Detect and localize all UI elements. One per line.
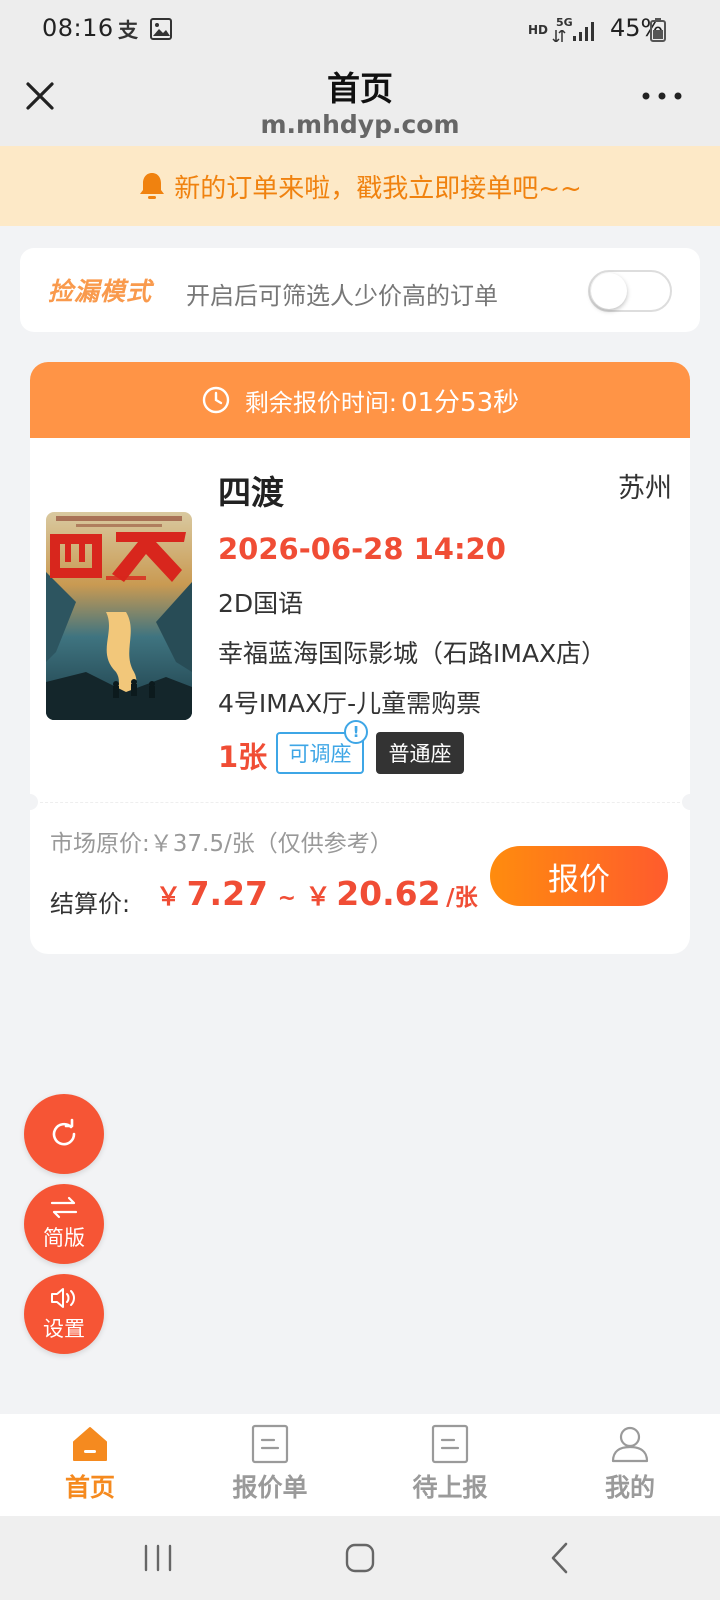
pick-mode-description: 开启后可筛选人少价高的订单 (186, 282, 498, 310)
range-separator: ~ (277, 886, 297, 911)
quote-button[interactable]: 报价 (490, 846, 668, 906)
movie-city: 苏州 (618, 473, 672, 504)
movie-poster[interactable] (46, 512, 192, 720)
refresh-icon (52, 1118, 76, 1146)
bottom-tab-bar: 首页 报价单 待上报 我的 (0, 1414, 720, 1516)
showtime: 2026-06-28 14:20 (218, 532, 506, 566)
pick-mode-toggle[interactable] (588, 270, 672, 312)
movie-poster-image (46, 512, 192, 720)
back-icon[interactable] (540, 1538, 580, 1578)
market-price: 市场原价:￥37.5/张（仅供参考） (50, 831, 393, 857)
tab-quotes[interactable]: 报价单 (190, 1424, 350, 1514)
movie-title: 四渡 (218, 473, 284, 512)
simple-mode-button[interactable]: 简版 (24, 1184, 104, 1264)
pick-mode-card: 捡漏模式 开启后可筛选人少价高的订单 (20, 248, 700, 332)
tab-profile[interactable]: 我的 (550, 1424, 710, 1514)
network-hd-label: HD (528, 23, 549, 37)
pick-mode-badge: 捡漏模式 (48, 277, 153, 306)
alipay-notification-icon: 支 (118, 18, 139, 42)
settle-price-max: 20.62 (336, 874, 441, 913)
ticket-count: 1张 (218, 740, 268, 774)
settings-label: 设置 (43, 1317, 85, 1341)
tab-quotes-label: 报价单 (232, 1473, 308, 1502)
settle-price-min: 7.27 (186, 874, 269, 913)
card-divider (30, 802, 690, 803)
app-header: 首页 m.mhdyp.com (0, 58, 720, 146)
page-title: 首页 (327, 69, 393, 108)
user-icon (611, 1426, 649, 1463)
order-card: 剩余报价时间: 01分53秒 四渡 苏州 2026-06-28 14:20 2D… (30, 362, 690, 954)
home-icon (73, 1427, 107, 1461)
clock-icon (202, 386, 230, 414)
refresh-button[interactable] (24, 1094, 104, 1174)
toggle-knob (591, 273, 627, 309)
recent-apps-icon[interactable] (138, 1538, 178, 1578)
svg-text:支: 支 (118, 18, 139, 42)
image-notification-icon (150, 18, 172, 40)
tab-home[interactable]: 首页 (10, 1424, 170, 1514)
document-icon (431, 1424, 469, 1464)
status-time: 08:16 (42, 14, 114, 42)
settle-price-label: 结算价: (50, 890, 131, 918)
seat-type-tag: 普通座 (376, 732, 464, 774)
speaker-icon (51, 1288, 75, 1308)
new-order-notice[interactable]: 新的订单来啦，戳我立即接单吧~~ (0, 146, 720, 226)
card-notch-left (30, 794, 38, 810)
movie-format: 2D国语 (218, 589, 304, 618)
signal-icon (573, 22, 594, 41)
currency-symbol: ￥ (305, 882, 331, 911)
timer-label: 剩余报价时间: (244, 388, 397, 417)
swap-icon (50, 1196, 78, 1219)
document-icon (251, 1424, 289, 1464)
more-icon[interactable] (640, 88, 684, 104)
tab-home-label: 首页 (64, 1473, 115, 1502)
currency-symbol: ￥ (156, 882, 182, 911)
data-arrows-icon (552, 30, 566, 42)
hall-name: 4号IMAX厅-儿童需购票 (218, 689, 482, 718)
tab-profile-label: 我的 (604, 1473, 655, 1502)
notice-text: 新的订单来啦，戳我立即接单吧~~ (174, 173, 582, 204)
bell-icon (140, 173, 165, 199)
status-bar: 08:16 支 HD 5G 45% (0, 0, 720, 58)
card-notch-right (682, 794, 690, 810)
page-url: m.mhdyp.com (260, 110, 460, 139)
settle-price-range: ￥ 7.27 ~ ￥ 20.62 /张 (156, 874, 478, 913)
quote-timer-bar: 剩余报价时间: 01分53秒 (30, 362, 690, 438)
tab-pending[interactable]: 待上报 (370, 1424, 530, 1514)
battery-icon (650, 18, 666, 42)
system-nav-bar (0, 1516, 720, 1600)
timer-value: 01分53秒 (400, 387, 520, 418)
home-button-icon[interactable] (340, 1538, 380, 1578)
simple-mode-label: 简版 (43, 1226, 85, 1250)
info-icon[interactable]: ! (344, 720, 368, 744)
tab-pending-label: 待上报 (412, 1473, 488, 1502)
price-unit: /张 (446, 885, 478, 911)
network-5g-label: 5G (556, 16, 573, 29)
settings-button[interactable]: 设置 (24, 1274, 104, 1354)
cinema-name: 幸福蓝海国际影城（石路IMAX店） (218, 639, 607, 668)
